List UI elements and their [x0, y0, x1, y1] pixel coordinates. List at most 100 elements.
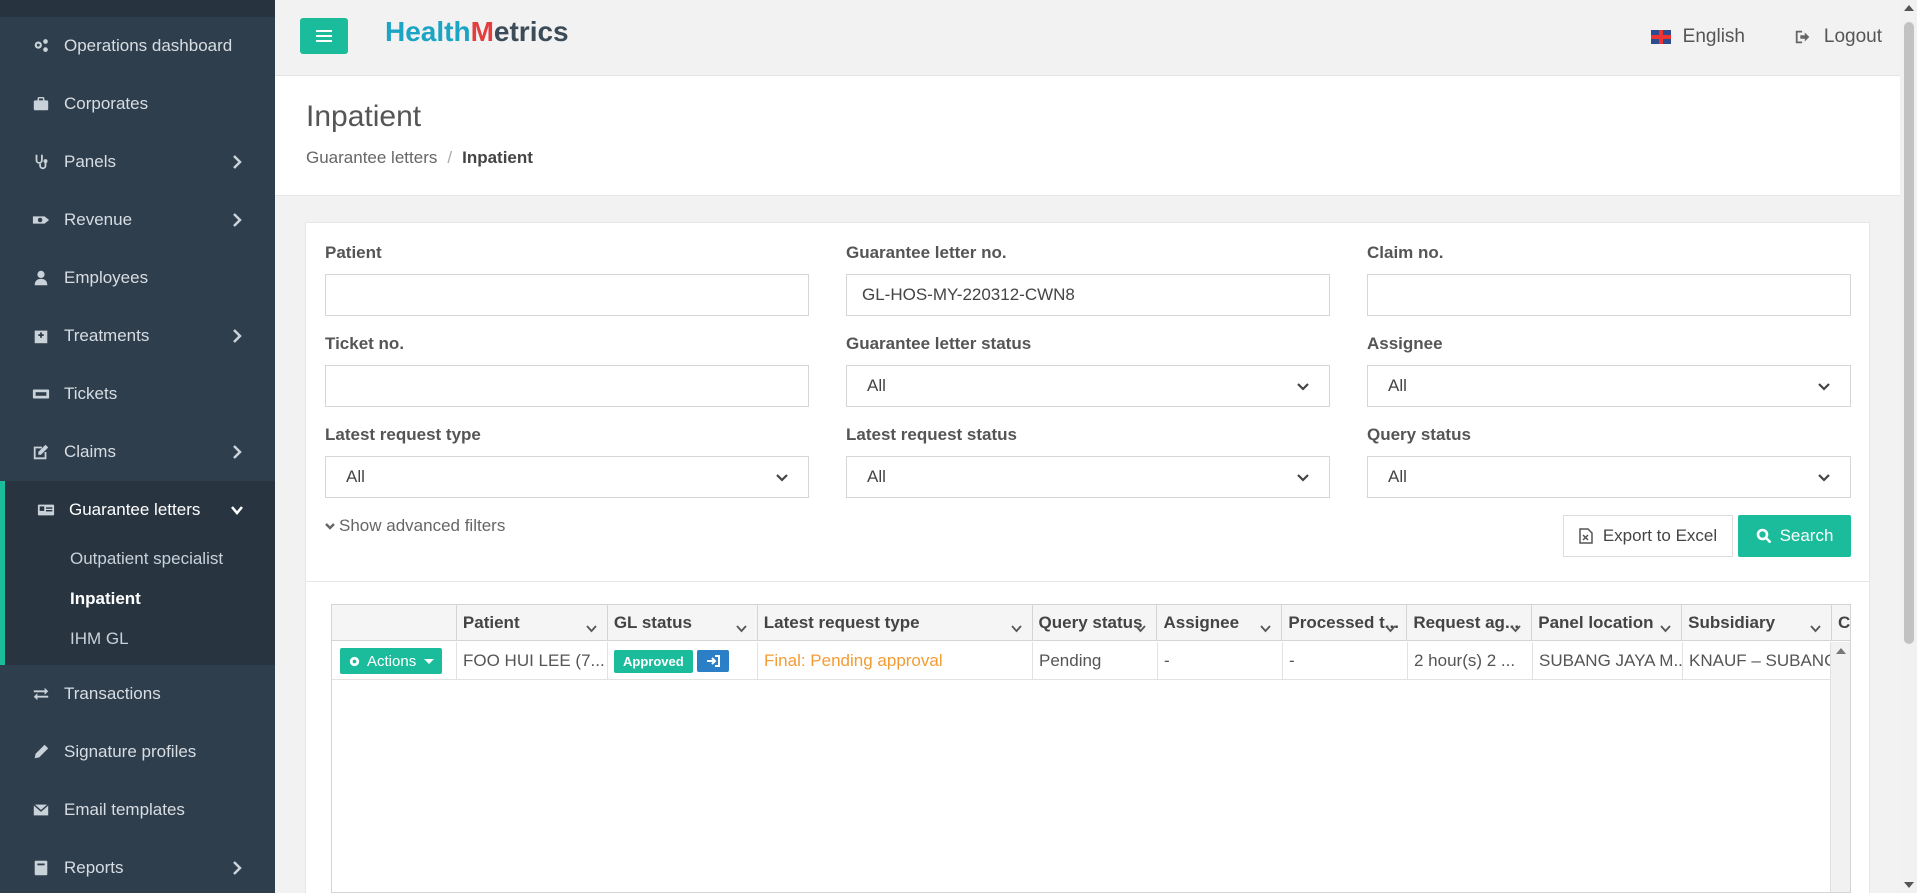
- healthmetrics-logo[interactable]: HealthMetrics: [385, 16, 569, 48]
- chevron-down-icon: [1818, 474, 1830, 482]
- exchange-icon: [30, 685, 52, 703]
- sidebar-item-label: Signature profiles: [64, 742, 197, 761]
- chevron-right-icon: [231, 212, 243, 228]
- latest-request-status-select[interactable]: All: [846, 456, 1330, 498]
- file-excel-icon: [1579, 528, 1593, 544]
- assignee-value: All: [1388, 376, 1407, 395]
- menu-toggle-button[interactable]: [300, 18, 348, 54]
- query-status-cell: Pending: [1033, 642, 1158, 680]
- sidebar-item-tickets[interactable]: Tickets: [0, 365, 275, 423]
- sidebar-item-label: Employees: [64, 268, 149, 287]
- latest-request-link[interactable]: Final: Pending approval: [764, 651, 943, 671]
- actions-label: Actions: [367, 652, 417, 670]
- request-age-cell: 2 hour(s) 2 ...: [1408, 642, 1533, 680]
- chevron-down-icon: [1818, 383, 1830, 391]
- column-header-gl-status[interactable]: GL status: [608, 605, 758, 641]
- logout-link[interactable]: Logout: [1794, 26, 1882, 48]
- column-header-assignee[interactable]: Assignee: [1157, 605, 1283, 641]
- chevron-down-icon: [1010, 618, 1022, 633]
- sidebar-item-corporates[interactable]: Corporates: [0, 75, 275, 133]
- id-card-icon: [35, 501, 57, 519]
- sidebar-item-treatments[interactable]: Treatments: [0, 307, 275, 365]
- column-header-request-age[interactable]: Request ag...: [1407, 605, 1533, 641]
- ticket-no-input[interactable]: [325, 365, 809, 407]
- sidebar: Operations dashboard Corporates Panels R…: [0, 0, 275, 893]
- sidebar-item-email-templates[interactable]: Email templates: [0, 781, 275, 839]
- sidebar-item-transactions[interactable]: Transactions: [0, 665, 275, 723]
- show-advanced-filters-link[interactable]: Show advanced filters: [325, 516, 505, 536]
- sidebar-subitem-inpatient[interactable]: Inpatient: [5, 579, 275, 619]
- search-button[interactable]: Search: [1738, 515, 1851, 557]
- column-header-latest-request-type[interactable]: Latest request type: [758, 605, 1033, 641]
- page-scrollbar[interactable]: [1900, 0, 1917, 893]
- scroll-up-arrow-icon[interactable]: [1836, 648, 1846, 654]
- search-icon: [1756, 528, 1771, 544]
- processed-time-cell: -: [1283, 642, 1408, 680]
- sidebar-item-signature-profiles[interactable]: Signature profiles: [0, 723, 275, 781]
- assignee-label: Assignee: [1367, 334, 1443, 353]
- column-header-label: GL status: [613, 613, 692, 632]
- column-header-truncated[interactable]: C: [1832, 605, 1850, 641]
- logout-label: Logout: [1823, 26, 1882, 47]
- logo-text-health: Health: [385, 16, 471, 47]
- gl-no-label: Guarantee letter no.: [846, 243, 1007, 262]
- gl-no-input[interactable]: GL-HOS-MY-220312-CWN8: [846, 274, 1330, 316]
- sidebar-item-revenue[interactable]: Revenue: [0, 191, 275, 249]
- column-header-panel-location[interactable]: Panel location: [1532, 605, 1683, 641]
- breadcrumb-link-guarantee-letters[interactable]: Guarantee letters: [306, 148, 437, 167]
- patient-input[interactable]: [325, 274, 809, 316]
- scrollbar-thumb[interactable]: [1904, 22, 1914, 644]
- claim-no-input[interactable]: [1367, 274, 1851, 316]
- latest-request-type-filter: Latest request type All: [325, 425, 809, 498]
- latest-request-status-filter: Latest request status All: [846, 425, 1330, 498]
- breadcrumb-separator: /: [447, 148, 453, 167]
- sidebar-item-guarantee-letters[interactable]: Guarantee letters: [5, 481, 275, 539]
- sidebar-item-label: Revenue: [64, 210, 133, 229]
- chevron-down-icon: [1660, 618, 1671, 633]
- scroll-up-arrow-icon[interactable]: [1904, 5, 1914, 11]
- sidebar-item-employees[interactable]: Employees: [0, 249, 275, 307]
- sign-in-button[interactable]: [696, 650, 729, 672]
- table-row[interactable]: Actions FOO HUI LEE (7... Approved Final…: [332, 642, 1850, 680]
- sidebar-item-reports[interactable]: Reports: [0, 839, 275, 893]
- briefcase-icon: [30, 95, 52, 113]
- actions-dropdown-button[interactable]: Actions: [340, 648, 443, 674]
- column-header-patient[interactable]: Patient: [457, 605, 608, 641]
- patient-label: Patient: [325, 243, 382, 262]
- language-selector[interactable]: English: [1650, 26, 1745, 48]
- hospital-icon: [30, 327, 52, 345]
- column-header-subsidiary[interactable]: Subsidiary: [1682, 605, 1833, 641]
- column-header-processed-time[interactable]: Processed t...: [1282, 605, 1408, 641]
- panel-location-cell: SUBANG JAYA M...: [1533, 642, 1683, 680]
- chevron-down-icon: [1135, 618, 1147, 633]
- table-scrollbar[interactable]: [1830, 642, 1850, 892]
- sidebar-top-strip: [0, 0, 275, 17]
- sign-out-icon: [1795, 30, 1810, 44]
- book-icon: [30, 859, 52, 877]
- sidebar-subitem-ihm-gl[interactable]: IHM GL: [5, 619, 275, 659]
- gl-status-cell: Approved: [608, 642, 758, 680]
- scroll-down-arrow-icon[interactable]: [1904, 882, 1914, 888]
- chevron-down-icon: [736, 618, 747, 633]
- query-status-filter: Query status All: [1367, 425, 1851, 498]
- sign-in-icon: [706, 655, 720, 667]
- envelope-icon: [30, 801, 52, 819]
- assignee-select[interactable]: All: [1367, 365, 1851, 407]
- sidebar-item-panels[interactable]: Panels: [0, 133, 275, 191]
- ticket-no-label: Ticket no.: [325, 334, 405, 353]
- gear-icon: [349, 656, 360, 666]
- chevron-down-icon: [1297, 474, 1309, 482]
- sidebar-subitem-outpatient-specialist[interactable]: Outpatient specialist: [5, 539, 275, 579]
- gl-status-select[interactable]: All: [846, 365, 1330, 407]
- export-to-excel-button[interactable]: Export to Excel: [1563, 515, 1733, 557]
- query-status-select[interactable]: All: [1367, 456, 1851, 498]
- sidebar-item-operations-dashboard[interactable]: Operations dashboard: [0, 17, 275, 75]
- sidebar-item-claims[interactable]: Claims: [0, 423, 275, 481]
- column-header-label: Subsidiary: [1688, 613, 1776, 632]
- assignee-cell: -: [1158, 642, 1283, 680]
- table-header: Patient GL status Latest request type Qu…: [332, 605, 1850, 641]
- gl-status-filter: Guarantee letter status All: [846, 334, 1330, 407]
- patient-cell: FOO HUI LEE (7...: [457, 642, 608, 680]
- column-header-query-status[interactable]: Query status: [1033, 605, 1158, 641]
- latest-request-type-select[interactable]: All: [325, 456, 809, 498]
